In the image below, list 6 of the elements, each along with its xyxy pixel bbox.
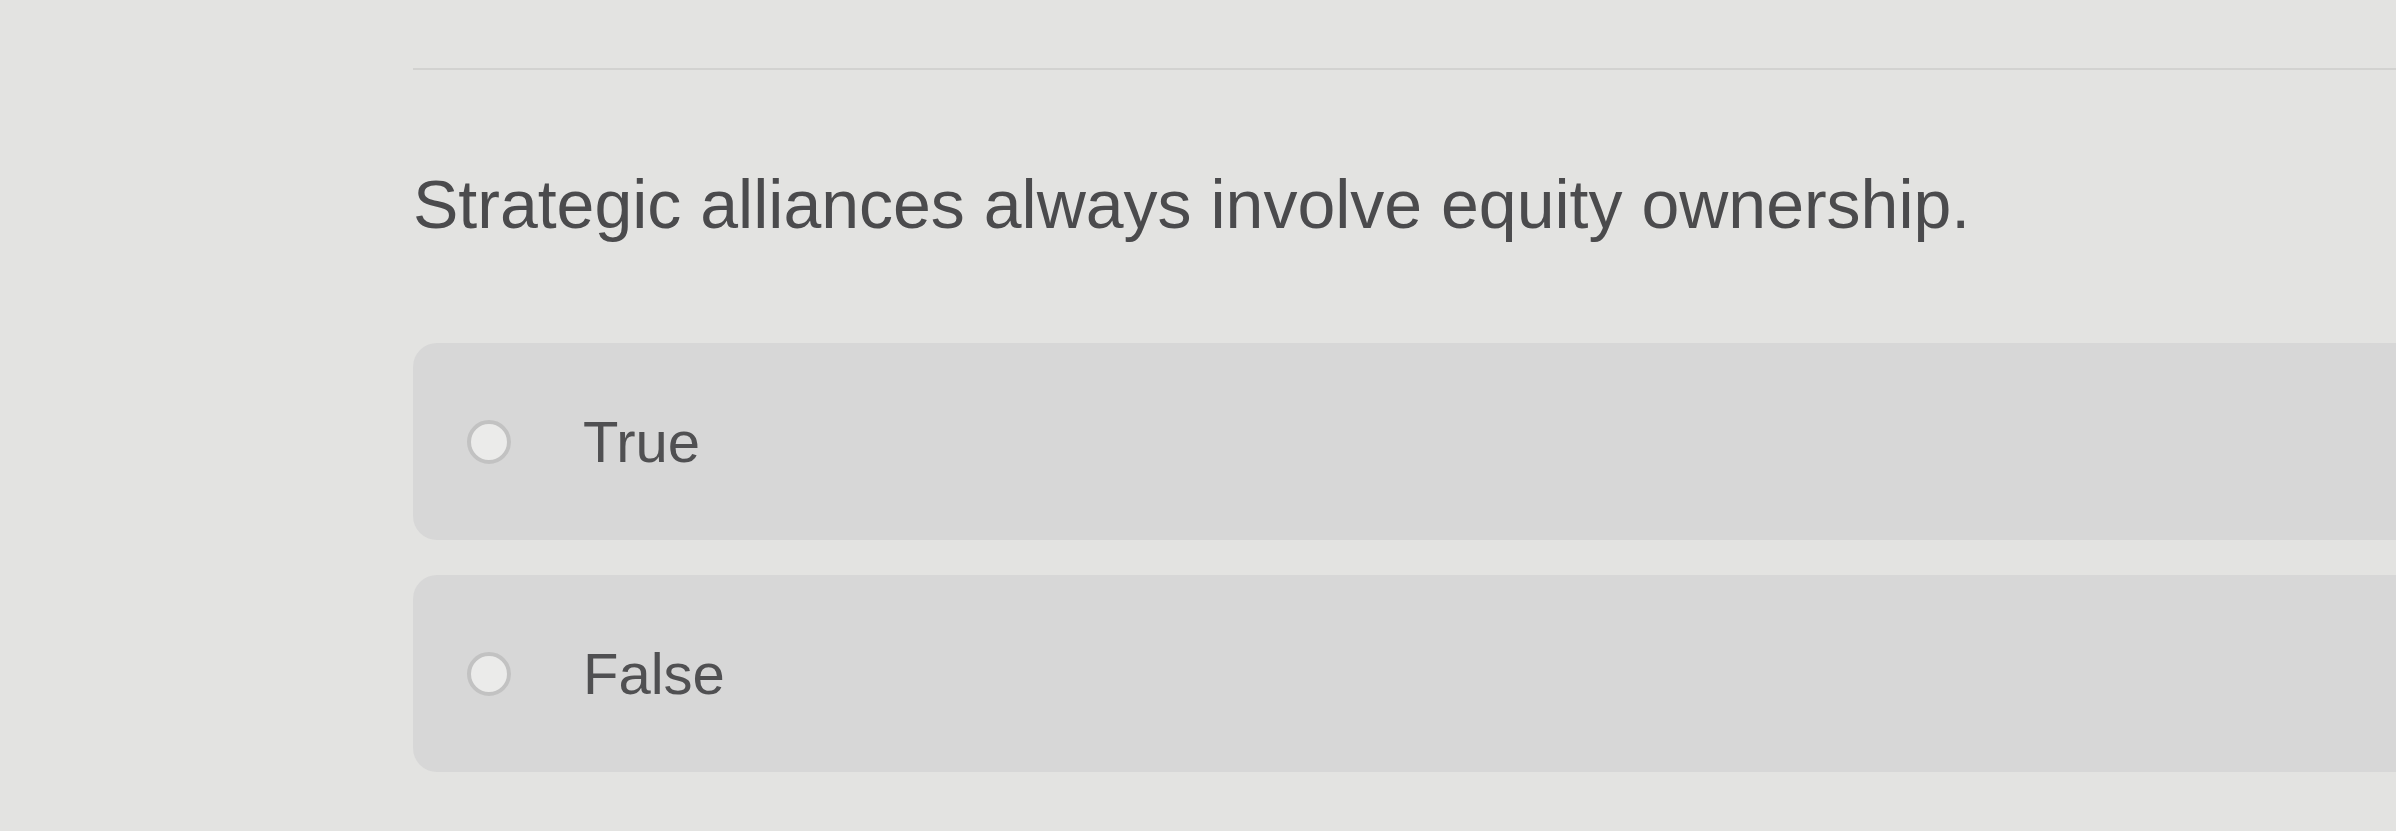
option-label: False: [583, 644, 725, 703]
answer-option[interactable]: False: [413, 575, 2396, 772]
radio-button[interactable]: [467, 651, 511, 696]
radio-button[interactable]: [467, 419, 511, 464]
answer-option[interactable]: True: [413, 343, 2396, 540]
option-label: True: [583, 412, 701, 471]
